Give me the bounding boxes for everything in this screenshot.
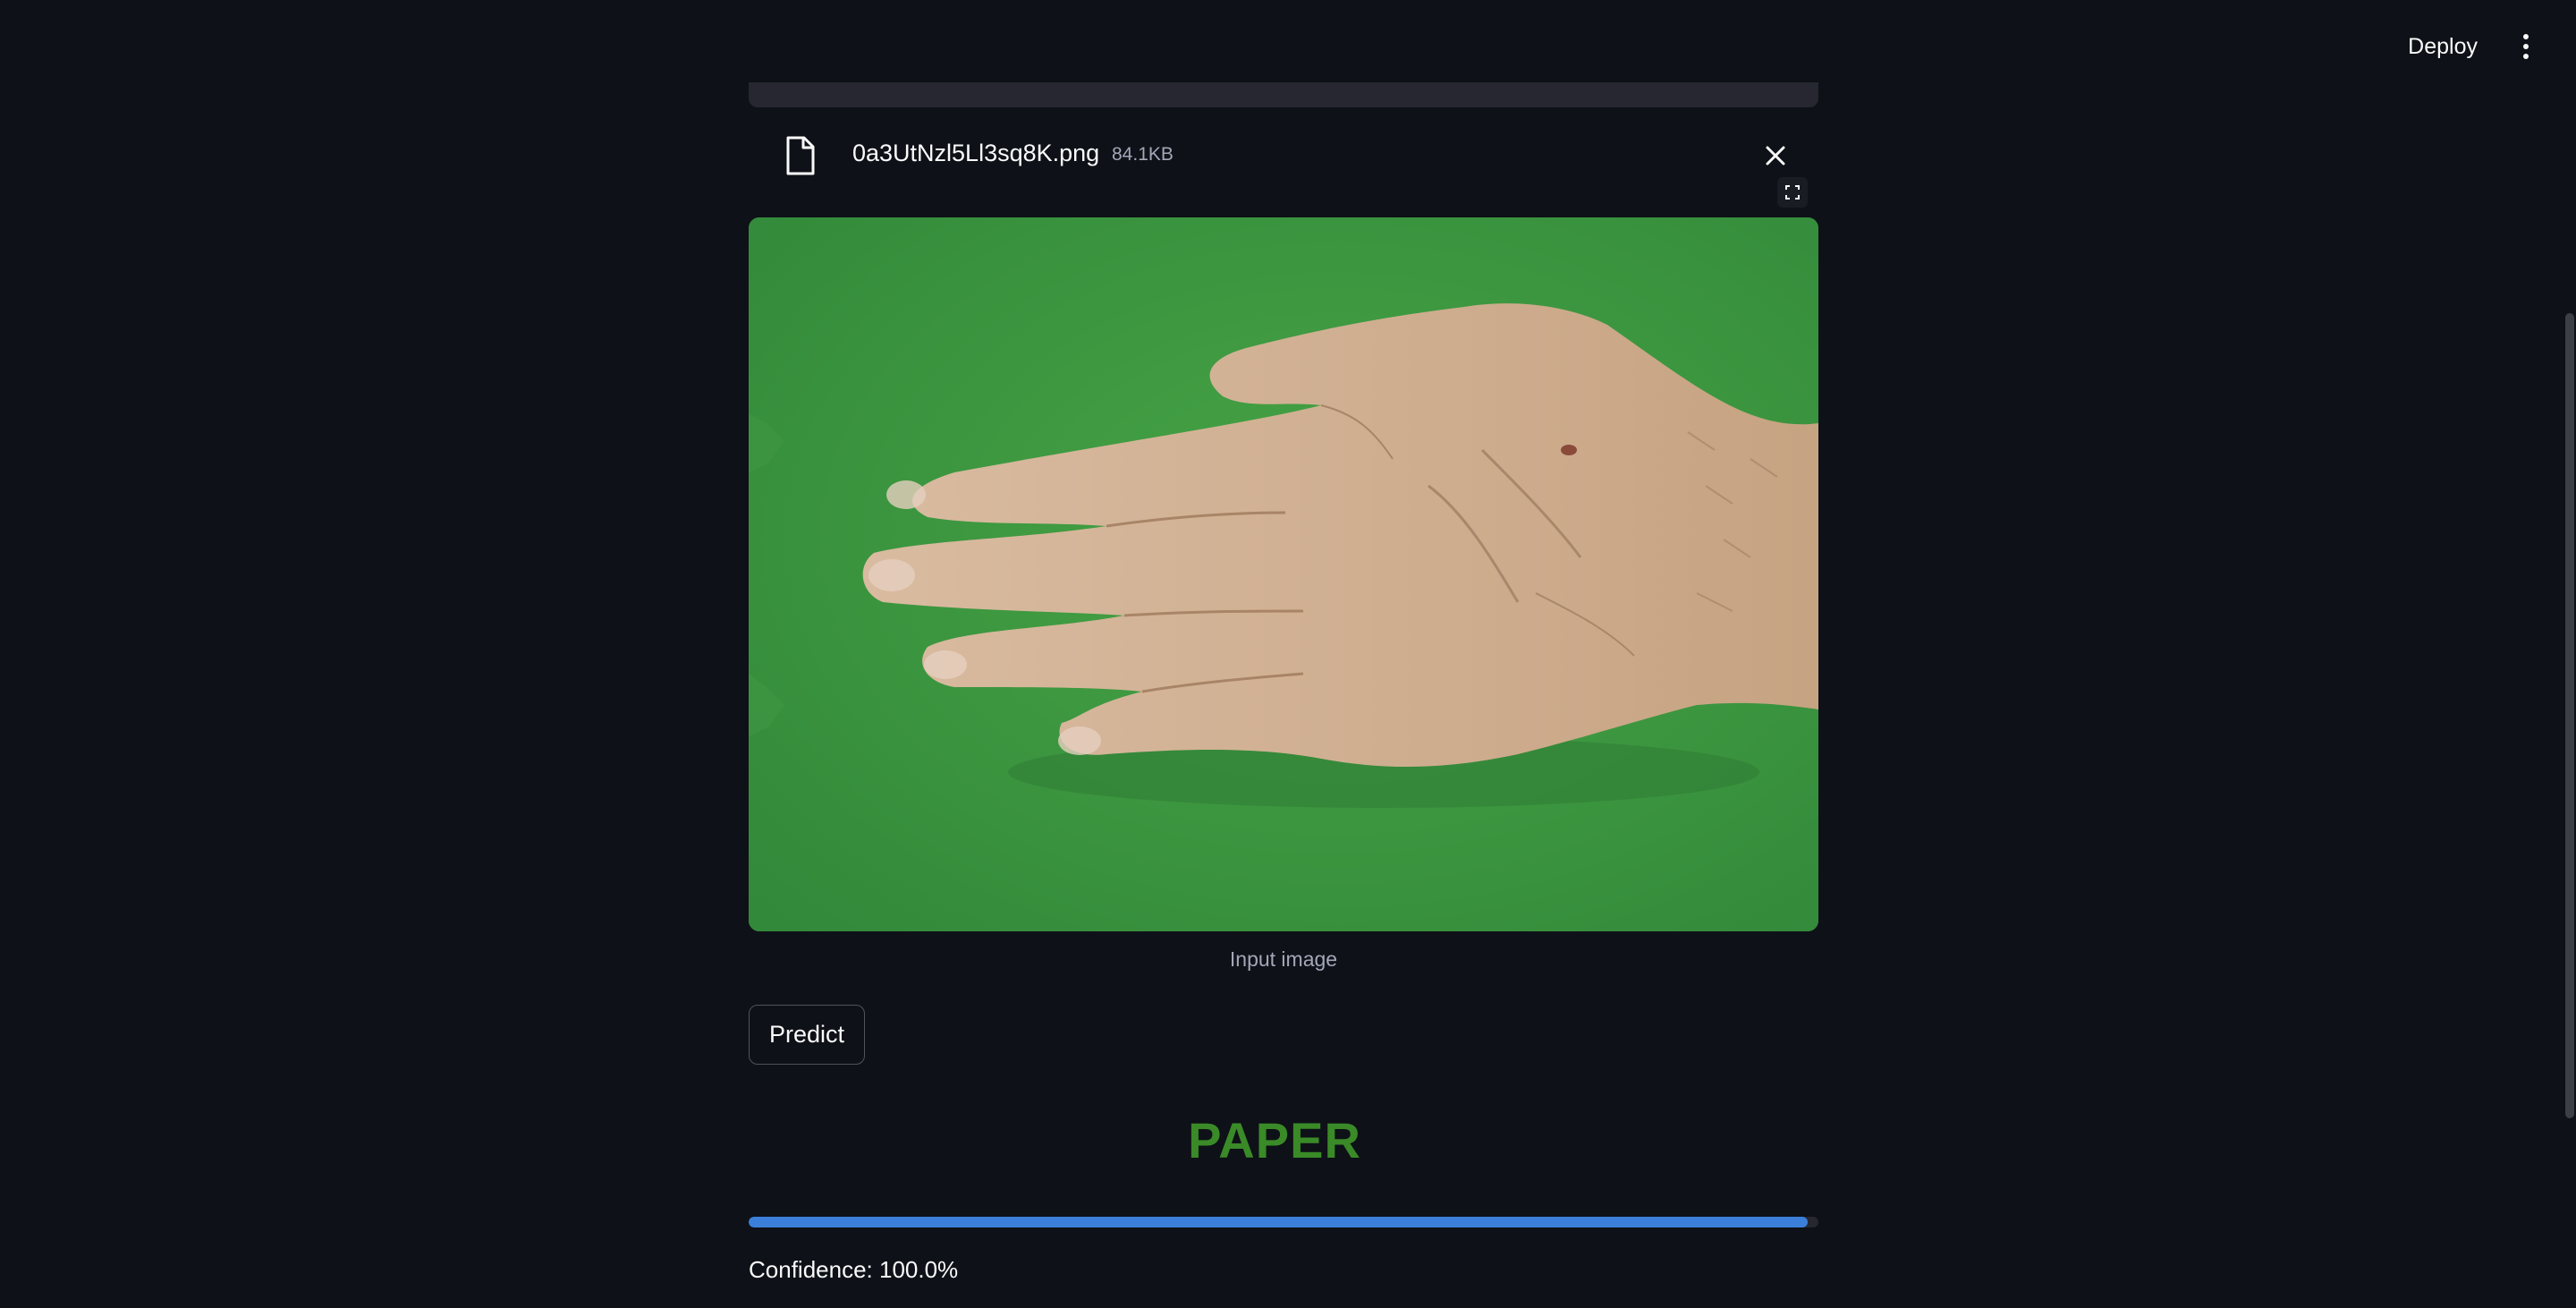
uploaded-file-row: 0a3UtNzl5Ll3sq8K.png 84.1KB	[749, 132, 1818, 186]
fullscreen-icon[interactable]	[1777, 177, 1808, 208]
file-uploader-dropzone[interactable]	[749, 82, 1818, 107]
scrollbar[interactable]	[2562, 0, 2576, 1308]
file-icon	[786, 136, 815, 175]
prediction-label: PAPER	[1188, 1112, 1361, 1168]
file-name: 0a3UtNzl5Ll3sq8K.png	[852, 140, 1100, 166]
confidence-text: Confidence: 100.0%	[749, 1256, 959, 1283]
confidence-progress-fill	[749, 1217, 1808, 1227]
more-vertical-icon[interactable]	[2515, 27, 2537, 66]
hand-photo	[749, 217, 1818, 931]
confidence-progress-bar	[749, 1217, 1818, 1227]
close-icon[interactable]	[1759, 140, 1792, 172]
deploy-button[interactable]: Deploy	[2408, 34, 2478, 60]
header-toolbar: Deploy	[2408, 27, 2537, 66]
predict-button[interactable]: Predict	[749, 1005, 866, 1065]
file-size: 84.1KB	[1112, 144, 1174, 165]
app-root: Deploy 0a3UtNzl5Ll3sq8K.png 84.1KB Input…	[0, 0, 2576, 1308]
input-image	[749, 217, 1818, 931]
scrollbar-thumb[interactable]	[2565, 313, 2574, 1118]
image-caption: Input image	[1229, 947, 1338, 971]
